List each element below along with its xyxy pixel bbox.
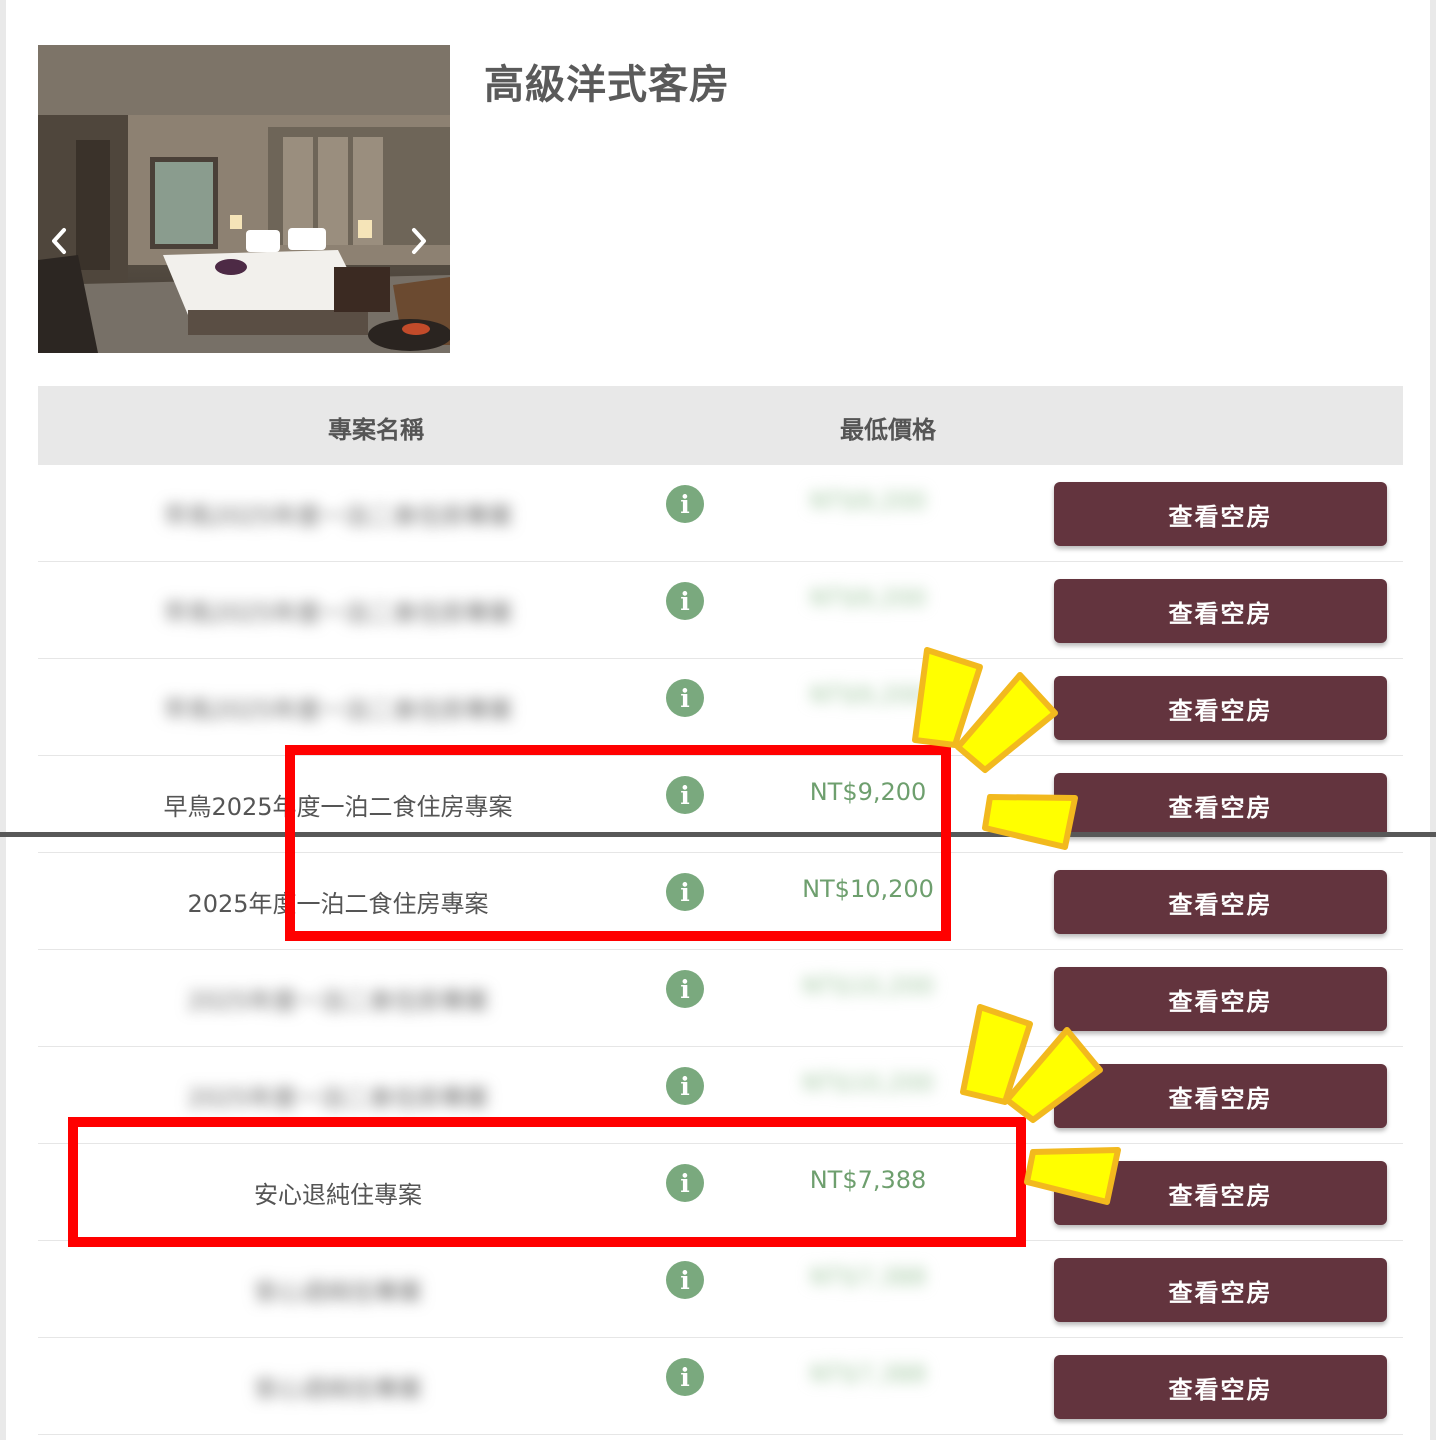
min-price-cell: NT$10,200 [798, 950, 938, 1022]
plan-name: 安心退純住專案 [254, 1278, 422, 1306]
plan-table-header: 專案名稱 最低價格 [38, 386, 1403, 465]
highlight-box [68, 1117, 1026, 1247]
info-icon[interactable]: i [666, 970, 704, 1008]
plan-name: 2025年度一泊二食住房專案 [187, 987, 489, 1015]
table-row: 安心退純住專案 i NT$7,388 查看空房 [38, 1338, 1403, 1435]
min-price-cell: NT$9,200 [798, 562, 938, 634]
min-price: NT$7,388 [809, 1360, 927, 1388]
emphasis-burst-icon [960, 1004, 1121, 1205]
check-availability-button[interactable]: 查看空房 [1054, 676, 1387, 740]
info-icon[interactable]: i [666, 679, 704, 717]
min-price: NT$10,200 [802, 972, 934, 1000]
plan-name-cell: 安心退純住專案 [78, 1241, 598, 1338]
check-availability-button[interactable]: 查看空房 [1054, 482, 1387, 546]
header-min-price: 最低價格 [840, 416, 936, 444]
chevron-left-icon [52, 228, 66, 254]
room-photo-carousel[interactable] [38, 45, 450, 353]
check-availability-button[interactable]: 查看空房 [1054, 870, 1387, 934]
min-price: NT$10,200 [802, 1069, 934, 1097]
info-icon[interactable]: i [666, 582, 704, 620]
min-price-cell: NT$10,200 [798, 1047, 938, 1119]
room-photo [38, 45, 450, 353]
check-availability-button[interactable]: 查看空房 [1054, 579, 1387, 643]
carousel-next-button[interactable] [410, 227, 436, 263]
table-row: 2025年度一泊二食住房專案 i NT$10,200 查看空房 [38, 950, 1403, 1047]
check-availability-button[interactable]: 查看空房 [1054, 1355, 1387, 1419]
info-icon[interactable]: i [666, 1261, 704, 1299]
info-icon[interactable]: i [666, 485, 704, 523]
highlight-box [285, 745, 951, 941]
table-row: 早鳥2025年度一泊二食住房專案 i NT$9,200 查看空房 [38, 659, 1403, 756]
table-row: 早鳥2025年度一泊二食住房專案 i NT$9,200 查看空房 [38, 562, 1403, 659]
check-availability-button[interactable]: 查看空房 [1054, 1258, 1387, 1322]
min-price-cell: NT$7,388 [798, 1241, 938, 1313]
room-title: 高級洋式客房 [484, 62, 730, 108]
plan-name-cell: 早鳥2025年度一泊二食住房專案 [78, 659, 598, 756]
plan-name-cell: 安心退純住專案 [78, 1338, 598, 1435]
plan-name: 早鳥2025年度一泊二食住房專案 [163, 696, 513, 724]
emphasis-burst-icon [912, 647, 1078, 850]
chevron-right-icon [412, 228, 426, 254]
header-plan-name: 專案名稱 [328, 416, 424, 444]
plan-name: 早鳥2025年度一泊二食住房專案 [163, 502, 513, 530]
min-price: NT$7,388 [809, 1263, 927, 1291]
table-row: 早鳥2025年度一泊二食住房專案 i NT$9,200 查看空房 [38, 465, 1403, 562]
plan-name-cell: 早鳥2025年度一泊二食住房專案 [78, 562, 598, 659]
plan-name: 安心退純住專案 [254, 1375, 422, 1403]
min-price: NT$9,200 [809, 584, 927, 612]
page-frame-right [1430, 0, 1436, 1440]
page-frame-left [0, 0, 6, 1440]
info-icon[interactable]: i [666, 1067, 704, 1105]
plan-name: 早鳥2025年度一泊二食住房專案 [163, 599, 513, 627]
table-row: 安心退純住專案 i NT$7,388 查看空房 [38, 1241, 1403, 1338]
carousel-prev-button[interactable] [50, 227, 76, 263]
plan-name: 2025年度一泊二食住房專案 [187, 1084, 489, 1112]
plan-name-cell: 早鳥2025年度一泊二食住房專案 [78, 465, 598, 562]
min-price-cell: NT$7,388 [798, 1338, 938, 1410]
info-icon[interactable]: i [666, 1358, 704, 1396]
min-price-cell: NT$9,200 [798, 465, 938, 537]
check-availability-button[interactable]: 查看空房 [1054, 773, 1387, 837]
min-price: NT$9,200 [809, 487, 927, 515]
plan-name-cell: 2025年度一泊二食住房專案 [78, 950, 598, 1047]
